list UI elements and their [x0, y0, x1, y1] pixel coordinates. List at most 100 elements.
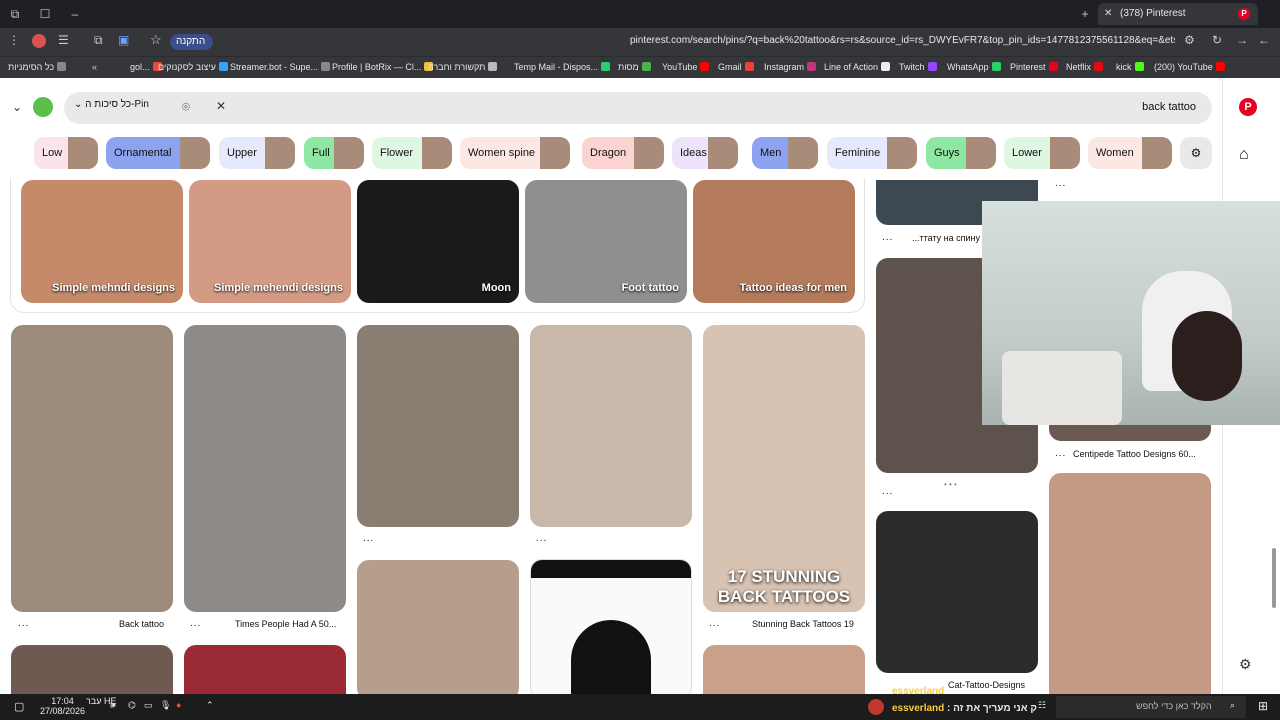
chip-flower[interactable]: Flower: [372, 137, 452, 169]
bookmark-instagram[interactable]: Instagram: [764, 61, 817, 73]
tab-menu-icon[interactable]: ⧉: [6, 5, 24, 23]
camera-search-icon[interactable]: ⌾: [182, 99, 190, 115]
chip-dragon[interactable]: Dragon: [582, 137, 664, 169]
pin-card[interactable]: [11, 645, 173, 694]
back-icon[interactable]: ←: [1258, 33, 1270, 47]
scrollbar[interactable]: [1272, 548, 1276, 608]
tab-pinterest[interactable]: ✕ (378) Pinterest P: [1098, 3, 1258, 25]
related-search-card[interactable]: Tattoo ideas for men: [693, 180, 855, 303]
more-options[interactable]: ...: [1055, 448, 1066, 459]
settings-icon[interactable]: ⚙: [1239, 656, 1252, 673]
search-input[interactable]: back tattoo: [1142, 101, 1196, 113]
bookmark-line-of-action[interactable]: Line of Action: [824, 61, 891, 73]
task-view-icon[interactable]: ☷: [1038, 700, 1046, 711]
chip-ideas[interactable]: Ideas: [672, 137, 738, 169]
chip-feminine[interactable]: Feminine: [827, 137, 917, 169]
bookmark-netflix[interactable]: Netflix: [1066, 61, 1104, 73]
pin-card[interactable]: [11, 325, 173, 612]
pin-card[interactable]: [530, 559, 692, 694]
pin-card[interactable]: [184, 645, 346, 694]
bookmark-twitch[interactable]: Twitch: [899, 61, 937, 73]
chip-full[interactable]: Full: [304, 137, 364, 169]
chip-ornamental[interactable]: Ornamental: [106, 137, 210, 169]
search-icon[interactable]: ⌕: [1230, 700, 1235, 711]
bookmark-tempmail[interactable]: Temp Mail - Dispos...: [514, 61, 611, 73]
bookmark-gmail[interactable]: Gmail: [718, 61, 754, 73]
chip-guys[interactable]: Guys: [926, 137, 996, 169]
clear-search-icon[interactable]: ✕: [216, 99, 226, 113]
reading-list-icon[interactable]: ☰: [58, 33, 69, 47]
search-bar[interactable]: ⌄ כל סיכות ה-Pin ⌾ ✕ back tattoo: [64, 92, 1212, 124]
minimize-icon[interactable]: –: [66, 5, 84, 23]
related-search-card[interactable]: Foot tattoo: [525, 180, 687, 303]
battery-icon[interactable]: ▭: [144, 700, 153, 711]
bookmark-masot[interactable]: מסות: [618, 61, 651, 73]
taskbar-search-input[interactable]: הקלד כאן כדי לחפש: [1136, 701, 1212, 711]
pin-card[interactable]: 17 STUNNING BACK TATTOOS: [703, 325, 865, 612]
filters-icon[interactable]: ⚙: [1180, 137, 1212, 169]
chip-upper[interactable]: Upper: [219, 137, 295, 169]
bookmark-kick[interactable]: kick: [1116, 61, 1144, 73]
bookmark-all[interactable]: כל הסימניות: [8, 61, 67, 73]
chip-women-spine[interactable]: Women spine: [460, 137, 570, 169]
close-tab-icon[interactable]: ✕: [1104, 3, 1112, 25]
chip-lower[interactable]: Lower: [1004, 137, 1080, 169]
carousel-dots[interactable]: • • •: [944, 480, 957, 489]
record-icon[interactable]: ●: [176, 700, 181, 710]
network-icon[interactable]: ⌬: [128, 700, 136, 711]
volume-icon[interactable]: 🕪: [110, 700, 116, 711]
chevron-down-icon[interactable]: ⌄: [12, 100, 22, 114]
restore-button[interactable]: התקנה: [170, 34, 214, 50]
related-search-card[interactable]: Moon: [357, 180, 519, 303]
more-options[interactable]: ...: [709, 618, 720, 629]
more-options[interactable]: ...: [1055, 178, 1066, 189]
translate-icon[interactable]: ▣: [118, 33, 129, 47]
pin-card[interactable]: [1049, 473, 1211, 694]
profile-avatar-icon[interactable]: [33, 97, 53, 117]
url-field[interactable]: pinterest.com/search/pins/?q=back%20tatt…: [630, 35, 1175, 46]
related-search-card[interactable]: Simple mehndi designs: [21, 180, 183, 303]
bookmark-gol[interactable]: gol...: [130, 61, 162, 73]
new-tab-icon[interactable]: +: [1076, 5, 1094, 23]
extensions-icon[interactable]: ⧉: [94, 33, 103, 48]
reload-icon[interactable]: ↻: [1212, 33, 1222, 47]
bookmark-whatsapp[interactable]: WhatsApp: [947, 61, 1001, 73]
start-icon[interactable]: ⊞: [1258, 699, 1268, 713]
forward-icon[interactable]: →: [1236, 33, 1248, 47]
window-icon[interactable]: ☐: [36, 5, 54, 23]
more-options[interactable]: ...: [882, 486, 893, 497]
app-icon[interactable]: [868, 699, 884, 715]
pin-card[interactable]: [530, 325, 692, 527]
bookmark-botrix[interactable]: Profile | BotRix — Cl...: [332, 61, 434, 73]
bookmark-design[interactable]: עיצוב לסקנוקים: [158, 61, 228, 73]
notification-icon[interactable]: ▢: [14, 700, 24, 713]
pin-card[interactable]: [184, 325, 346, 612]
mic-icon[interactable]: 🎙: [160, 700, 171, 711]
clock[interactable]: 17:04 27/08/2026: [40, 696, 85, 716]
home-icon[interactable]: ⌂: [1239, 146, 1249, 164]
bookmark-society[interactable]: תקשורת וחברה: [428, 61, 498, 73]
profile-avatar[interactable]: [32, 34, 46, 48]
menu-icon[interactable]: ⋮: [8, 33, 20, 47]
more-options[interactable]: ...: [363, 533, 374, 544]
chip-men[interactable]: Men: [752, 137, 818, 169]
all-pins-dropdown[interactable]: ⌄ כל סיכות ה-Pin: [74, 99, 149, 110]
pin-card[interactable]: [1049, 423, 1211, 441]
bookmark-streamerbot[interactable]: Streamer.bot - Supe...: [230, 61, 331, 73]
more-options[interactable]: ...: [882, 232, 893, 243]
related-search-card[interactable]: Simple mehendi designs: [189, 180, 351, 303]
more-options[interactable]: ...: [536, 533, 547, 544]
language-indicator[interactable]: עבר HE: [86, 696, 116, 706]
chip-low[interactable]: Low: [34, 137, 98, 169]
pinterest-logo-icon[interactable]: P: [1239, 98, 1257, 116]
bookmark-pinterest[interactable]: Pinterest: [1010, 61, 1058, 73]
pin-card[interactable]: [703, 645, 865, 694]
bookmark-youtube-200[interactable]: (200) YouTube: [1154, 61, 1225, 73]
pin-card[interactable]: [357, 325, 519, 527]
site-settings-icon[interactable]: ⚙: [1184, 33, 1195, 47]
pin-card[interactable]: [357, 560, 519, 694]
more-options[interactable]: ...: [190, 618, 201, 629]
pin-card[interactable]: [876, 511, 1038, 673]
star-icon[interactable]: ☆: [150, 32, 162, 48]
chip-women[interactable]: Women: [1088, 137, 1172, 169]
